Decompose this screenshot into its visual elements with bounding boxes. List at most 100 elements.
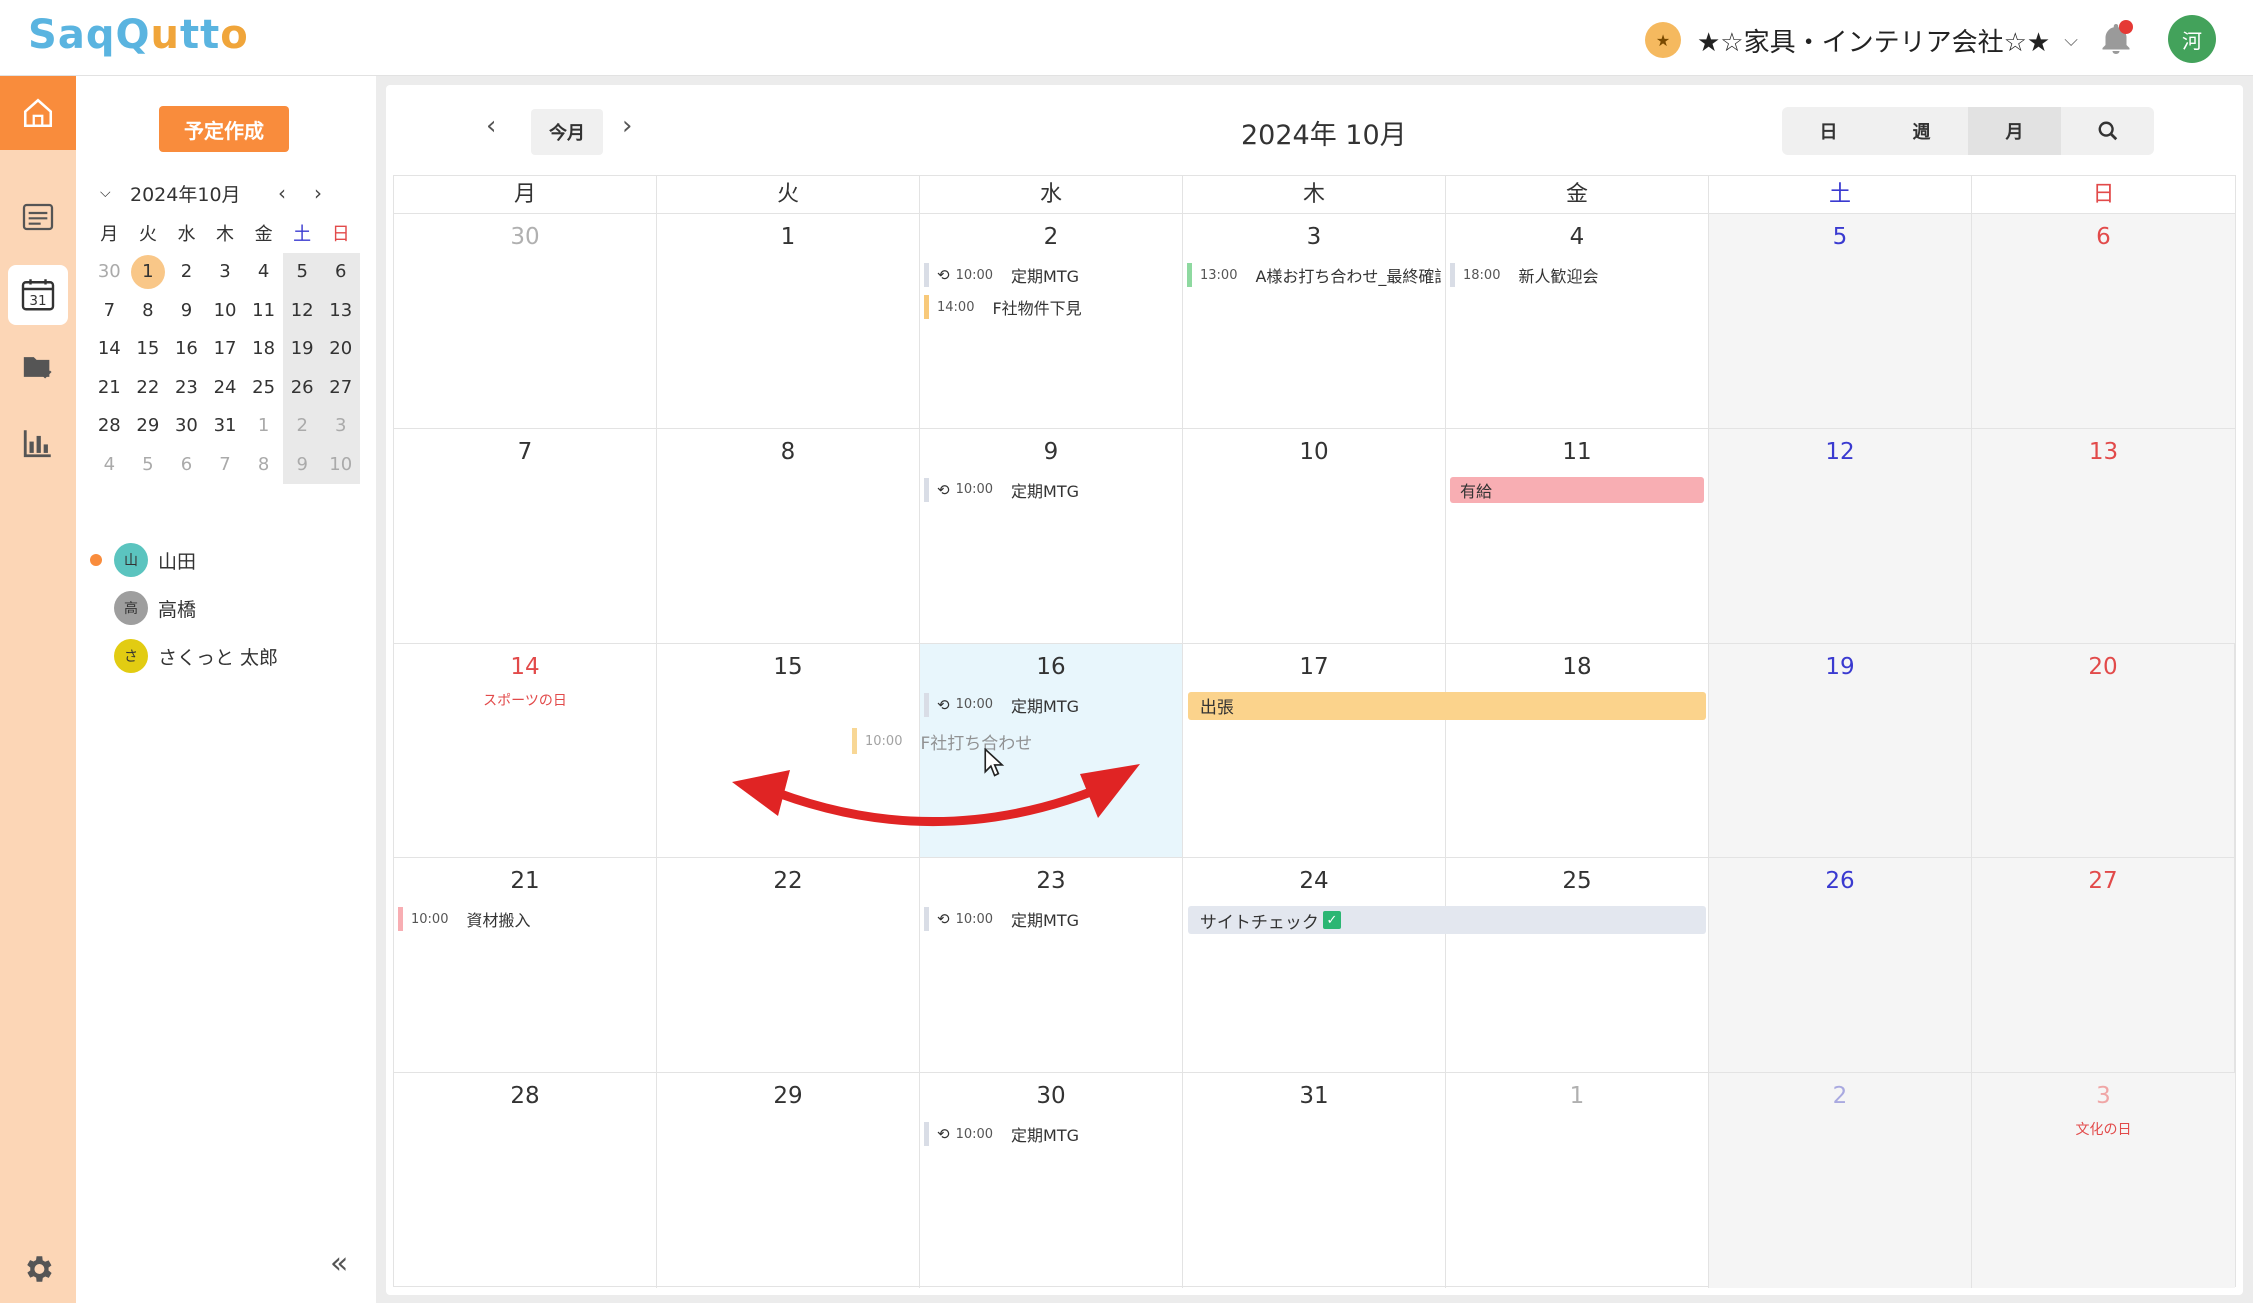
day-cell[interactable]: 23 ⟲ 10:00 定期MTG xyxy=(920,858,1183,1073)
day-number[interactable]: 14 xyxy=(394,654,656,684)
day-number[interactable]: 17 xyxy=(1183,654,1445,684)
user-avatar[interactable]: 河 xyxy=(2168,15,2216,63)
company-switcher[interactable]: ★ ★☆家具・インテリア会社☆★ ⌵ xyxy=(1645,20,2078,60)
rail-list[interactable] xyxy=(0,180,76,254)
mini-day[interactable]: 27 xyxy=(321,368,361,407)
day-cell[interactable]: 18 xyxy=(1446,643,1709,858)
member-item[interactable]: 山山田 xyxy=(90,536,360,584)
mini-day[interactable]: 8 xyxy=(129,291,168,330)
mini-day[interactable]: 19 xyxy=(282,329,322,368)
calendar-event[interactable]: ⟲ 10:00 定期MTG xyxy=(924,262,1178,288)
day-number[interactable]: 1 xyxy=(1446,1083,1708,1113)
day-number[interactable]: 5 xyxy=(1709,224,1971,254)
create-event-button[interactable]: 予定作成 xyxy=(159,106,289,152)
mini-day[interactable]: 15 xyxy=(129,330,168,369)
day-cell[interactable]: 5 xyxy=(1709,214,1972,428)
day-cell[interactable]: 27 xyxy=(1972,858,2235,1073)
day-number[interactable]: 4 xyxy=(1446,224,1708,254)
day-number[interactable]: 6 xyxy=(1972,224,2235,254)
day-number[interactable]: 21 xyxy=(394,868,656,898)
mini-day[interactable]: 20 xyxy=(321,329,361,368)
day-number[interactable]: 23 xyxy=(920,868,1182,898)
mini-day[interactable]: 24 xyxy=(206,368,245,407)
day-cell[interactable]: 1 xyxy=(1446,1073,1709,1288)
day-cell[interactable]: 29 xyxy=(657,1073,920,1288)
day-number[interactable]: 11 xyxy=(1446,439,1708,469)
day-cell[interactable]: 13 xyxy=(1972,428,2235,643)
next-month-button[interactable]: › xyxy=(622,111,632,141)
mini-day[interactable]: 28 xyxy=(90,407,129,446)
mini-day[interactable]: 2 xyxy=(167,253,206,292)
app-logo[interactable]: SaqQutto xyxy=(28,12,249,58)
day-number[interactable]: 22 xyxy=(657,868,919,898)
mini-day[interactable]: 30 xyxy=(167,407,206,446)
mini-day[interactable]: 9 xyxy=(282,445,322,484)
calendar-event[interactable]: 10:00 資材搬入 xyxy=(398,906,652,932)
day-number[interactable]: 3 xyxy=(1183,224,1445,254)
day-cell[interactable]: 2 ⟲ 10:00 定期MTG 14:00 F社物件下見 xyxy=(920,214,1183,428)
day-number[interactable]: 29 xyxy=(657,1083,919,1113)
mini-prev-month-button[interactable]: ‹ xyxy=(278,181,286,205)
mini-day[interactable]: 7 xyxy=(206,445,245,484)
mini-day-today[interactable]: 1 xyxy=(129,253,168,292)
day-cell[interactable]: 20 xyxy=(1972,643,2235,858)
day-number[interactable]: 27 xyxy=(1972,868,2234,898)
prev-month-button[interactable]: ‹ xyxy=(486,111,496,141)
day-cell[interactable]: 6 xyxy=(1972,214,2235,428)
day-number[interactable]: 31 xyxy=(1183,1083,1445,1113)
calendar-event[interactable]: ⟲ 10:00 定期MTG xyxy=(924,906,1178,932)
mini-day[interactable]: 5 xyxy=(282,252,322,291)
multi-day-event[interactable]: サイトチェック ✓ xyxy=(1187,906,1707,935)
day-number[interactable]: 20 xyxy=(1972,654,2234,684)
mini-day[interactable]: 30 xyxy=(90,253,129,292)
mini-day[interactable]: 7 xyxy=(90,291,129,330)
mini-day[interactable]: 5 xyxy=(129,445,168,484)
day-cell[interactable]: 8 xyxy=(657,428,920,643)
mini-day[interactable]: 16 xyxy=(167,330,206,369)
day-cell[interactable]: 3 文化の日 xyxy=(1972,1073,2235,1288)
day-cell[interactable]: 11 有給 xyxy=(1446,428,1709,643)
search-button[interactable] xyxy=(2061,107,2154,155)
rail-home[interactable] xyxy=(0,76,76,150)
day-number[interactable]: 9 xyxy=(920,439,1182,469)
mini-day[interactable]: 18 xyxy=(244,330,283,369)
calendar-event[interactable]: 18:00 新人歓迎会 xyxy=(1450,262,1704,288)
mini-day[interactable]: 6 xyxy=(321,252,361,291)
rail-settings[interactable] xyxy=(0,1232,76,1303)
month-view-button[interactable]: 月 xyxy=(1968,107,2061,155)
member-item[interactable]: 高高橋 xyxy=(90,584,360,632)
day-number[interactable]: 1 xyxy=(657,224,919,254)
day-number[interactable]: 16 xyxy=(920,654,1182,684)
collapse-sidebar-button[interactable]: « xyxy=(330,1246,348,1281)
day-number[interactable]: 12 xyxy=(1709,439,1971,469)
calendar-event[interactable]: ⟲ 10:00 定期MTG xyxy=(924,477,1178,503)
day-number[interactable]: 19 xyxy=(1709,654,1971,684)
mini-next-month-button[interactable]: › xyxy=(314,181,322,205)
mini-day[interactable]: 29 xyxy=(129,407,168,446)
day-number[interactable]: 30 xyxy=(394,224,656,254)
mini-day[interactable]: 25 xyxy=(244,368,283,407)
day-cell[interactable]: 26 xyxy=(1709,858,1972,1073)
dragging-event[interactable]: 10:00 F社打ち合わせ xyxy=(852,728,1032,754)
mini-day[interactable]: 12 xyxy=(282,291,322,330)
mini-day[interactable]: 3 xyxy=(206,253,245,292)
this-month-button[interactable]: 今月 xyxy=(531,109,603,155)
mini-day[interactable]: 17 xyxy=(206,330,245,369)
day-cell[interactable]: 7 xyxy=(394,428,657,643)
mini-day[interactable]: 26 xyxy=(282,368,322,407)
day-cell[interactable]: 25 xyxy=(1446,858,1709,1073)
day-number[interactable]: 25 xyxy=(1446,868,1708,898)
day-number[interactable]: 15 xyxy=(657,654,919,684)
day-cell[interactable]: 28 xyxy=(394,1073,657,1288)
rail-calendar[interactable]: 31 xyxy=(8,265,68,325)
day-number[interactable]: 30 xyxy=(920,1083,1182,1113)
calendar-event[interactable]: ⟲ 10:00 定期MTG xyxy=(924,1121,1178,1147)
day-number[interactable]: 13 xyxy=(1972,439,2235,469)
week-view-button[interactable]: 週 xyxy=(1875,107,1968,155)
day-cell[interactable]: 24 xyxy=(1183,858,1446,1073)
mini-day[interactable]: 11 xyxy=(244,291,283,330)
mini-day[interactable]: 1 xyxy=(244,407,283,446)
member-item[interactable]: ささくっと 太郎 xyxy=(90,632,360,680)
day-number[interactable]: 18 xyxy=(1446,654,1708,684)
mini-day[interactable]: 22 xyxy=(129,368,168,407)
